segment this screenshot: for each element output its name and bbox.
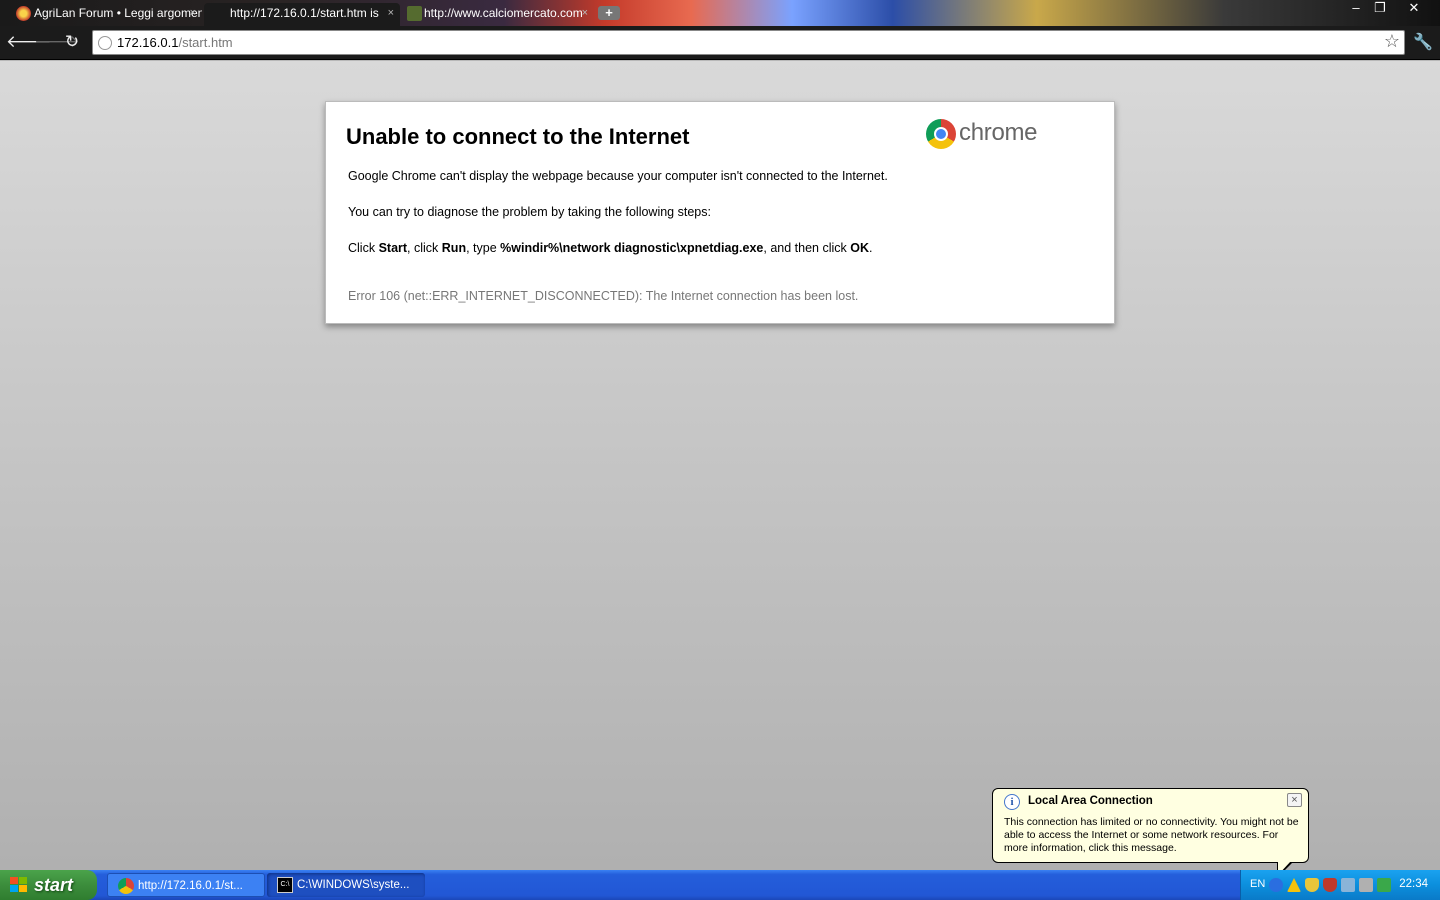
tab-strip: AgriLan Forum • Leggi argomento × http:/… [0, 0, 1440, 26]
command-prompt-icon: C:\ [277, 877, 293, 893]
info-icon: i [1004, 794, 1020, 810]
new-tab-button[interactable]: + [598, 6, 620, 20]
tab-start-htm[interactable]: http://172.16.0.1/start.htm is × [204, 3, 400, 26]
tab-title: AgriLan Forum • Leggi argomento [34, 6, 202, 20]
tab-close-icon[interactable]: × [388, 3, 394, 24]
network-notification-balloon[interactable]: i Local Area Connection × This connectio… [992, 788, 1309, 878]
tab-agrilan-forum[interactable]: AgriLan Forum • Leggi argomento × [0, 3, 202, 26]
step-command: %windir%\network diagnostic\xpnetdiag.ex… [500, 241, 764, 255]
system-tray: EN 22:34 [1240, 870, 1440, 900]
tab-title: http://172.16.0.1/start.htm is [230, 6, 379, 20]
tab-close-icon[interactable]: × [190, 3, 196, 24]
taskbar: start http://172.16.0.1/st... C:\ C:\WIN… [0, 870, 1440, 900]
reload-button[interactable]: ↻ [62, 32, 82, 52]
chrome-icon [926, 119, 956, 149]
calciomercato-favicon-icon [407, 6, 422, 21]
error-box: Unable to connect to the Internet chrome… [325, 101, 1115, 324]
globe-icon [98, 36, 112, 50]
error-message: Google Chrome can't display the webpage … [348, 169, 888, 183]
start-button[interactable]: start [0, 870, 97, 900]
step-ok-label: OK [850, 241, 869, 255]
taskbar-item-label: C:\WINDOWS\syste... [297, 879, 410, 891]
minimize-button[interactable]: – [1344, 0, 1368, 18]
windows-flag-icon [10, 877, 27, 893]
address-bar[interactable]: 172.16.0.1/start.htm ☆ [92, 30, 1405, 55]
url-host: 172.16.0.1 [117, 35, 179, 50]
taskbar-item-chrome[interactable]: http://172.16.0.1/st... [107, 873, 265, 897]
wrench-menu-icon[interactable]: 🔧 [1413, 32, 1433, 52]
antivirus-shield-icon[interactable] [1323, 878, 1337, 892]
taskbar-item-cmd[interactable]: C:\ C:\WINDOWS\syste... [267, 873, 425, 897]
chrome-logo: chrome [926, 119, 1046, 151]
tab-close-icon[interactable]: × [582, 3, 588, 24]
back-button[interactable]: 🡐 [6, 32, 52, 52]
restore-button[interactable]: ❐ [1368, 0, 1392, 18]
clock: 22:34 [1399, 878, 1428, 890]
tab-title: http://www.calciomercato.com [424, 6, 583, 20]
balloon-title: Local Area Connection [1028, 795, 1153, 807]
browser-toolbar: 🡐 🡒 ↻ 172.16.0.1/start.htm ☆ 🔧 [0, 26, 1440, 60]
url-text[interactable]: 172.16.0.1/start.htm [117, 35, 233, 50]
network-connections-icon[interactable] [1341, 878, 1355, 892]
tab-calciomercato[interactable]: http://www.calciomercato.com × [402, 3, 594, 26]
security-shield-icon[interactable] [1305, 878, 1319, 892]
error-title: Unable to connect to the Internet [346, 124, 690, 149]
language-indicator[interactable]: EN [1250, 878, 1265, 890]
page-content: Unable to connect to the Internet chrome… [0, 61, 1440, 870]
agrilan-favicon-icon [16, 6, 31, 21]
error-code: Error 106 (net::ERR_INTERNET_DISCONNECTE… [348, 289, 859, 303]
diagnose-step: Click Start, click Run, type %windir%\ne… [348, 241, 873, 255]
network-warning-icon[interactable] [1287, 878, 1301, 892]
taskbar-item-label: http://172.16.0.1/st... [138, 880, 243, 892]
diagnose-intro: You can try to diagnose the problem by t… [348, 205, 711, 219]
tray-expand-icon[interactable] [1269, 878, 1283, 892]
bookmark-star-icon[interactable]: ☆ [1384, 31, 1400, 52]
close-window-button[interactable]: ✕ [1402, 0, 1426, 18]
volume-icon[interactable] [1359, 878, 1373, 892]
chrome-icon [118, 878, 134, 894]
update-icon[interactable] [1377, 878, 1391, 892]
chrome-wordmark: chrome [959, 119, 1038, 146]
url-path: /start.htm [178, 35, 233, 50]
step-start-label: Start [378, 241, 408, 255]
start-label: start [34, 875, 74, 895]
forward-button[interactable]: 🡒 [34, 32, 80, 52]
step-run-label: Run [441, 241, 467, 255]
balloon-message[interactable]: This connection has limited or no connec… [1004, 816, 1300, 855]
balloon-close-button[interactable]: × [1287, 793, 1302, 807]
